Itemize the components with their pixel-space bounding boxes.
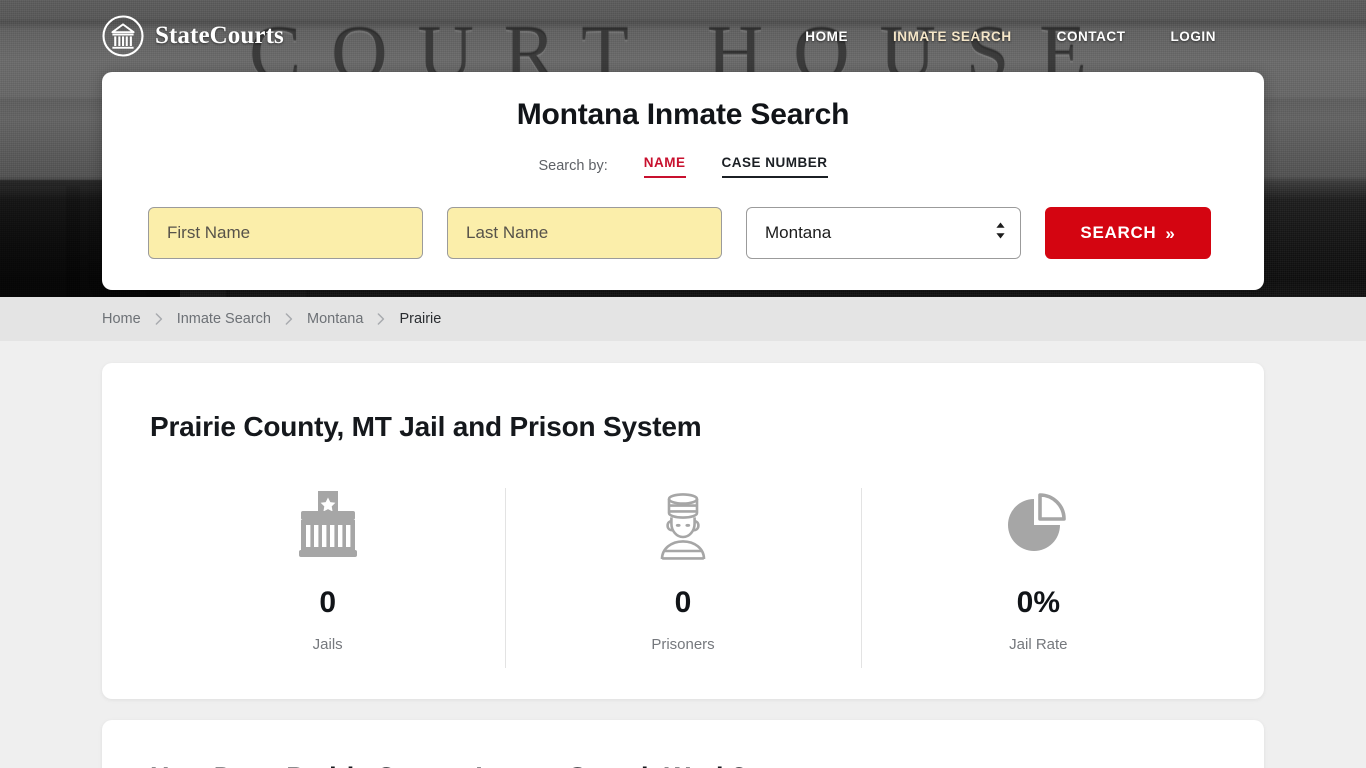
- breadcrumb-item-inmate-search[interactable]: Inmate Search: [177, 311, 271, 327]
- stat-jails: 0 Jails: [150, 486, 505, 653]
- hero-header: COURT HOUSE StateCourts HOME INMATE SEAR…: [0, 0, 1366, 297]
- nav-item-contact[interactable]: CONTACT: [1057, 29, 1126, 44]
- inmate-search-card: Montana Inmate Search Search by: NAME CA…: [102, 72, 1264, 290]
- tab-search-by-case-number[interactable]: CASE NUMBER: [721, 155, 828, 178]
- prisoner-icon: [652, 486, 714, 564]
- search-form-row: Montana SEARCH »: [148, 207, 1218, 259]
- nav-item-login[interactable]: LOGIN: [1171, 29, 1217, 44]
- breadcrumb-item-home[interactable]: Home: [102, 311, 141, 327]
- chevron-right-icon: [155, 313, 163, 325]
- tab-search-by-name[interactable]: NAME: [643, 155, 686, 178]
- breadcrumb-item-montana[interactable]: Montana: [307, 311, 363, 327]
- chevron-right-icon: [377, 313, 385, 325]
- courthouse-circle-logo-icon: [102, 15, 144, 57]
- stat-jail-rate-label: Jail Rate: [1009, 636, 1068, 653]
- stat-prisoners-value: 0: [674, 586, 692, 619]
- stat-jail-rate: 0% Jail Rate: [860, 486, 1216, 668]
- stat-jails-label: Jails: [312, 636, 343, 653]
- search-button-label: SEARCH: [1080, 223, 1157, 242]
- stat-jails-value: 0: [319, 586, 336, 619]
- nav-item-inmate-search[interactable]: INMATE SEARCH: [893, 29, 1012, 44]
- jail-system-panel: Prairie County, MT Jail and Prison Syste…: [102, 363, 1264, 699]
- search-by-row: Search by: NAME CASE NUMBER: [148, 155, 1218, 178]
- main-content: Prairie County, MT Jail and Prison Syste…: [0, 341, 1366, 768]
- top-navigation-bar: StateCourts HOME INMATE SEARCH CONTACT L…: [0, 0, 1366, 72]
- stat-prisoners: 0 Prisoners: [505, 486, 860, 668]
- stats-row: 0 Jails 0 Prisoners 0% Jail Rate: [150, 486, 1216, 668]
- nav-item-home[interactable]: HOME: [805, 29, 848, 44]
- brand-logo-link[interactable]: StateCourts: [102, 15, 284, 57]
- last-name-input[interactable]: [447, 207, 722, 259]
- search-by-label: Search by:: [538, 158, 608, 174]
- page-title: Prairie County, MT Jail and Prison Syste…: [150, 411, 702, 442]
- state-select[interactable]: Montana: [746, 207, 1021, 259]
- main-nav: HOME INMATE SEARCH CONTACT LOGIN: [805, 29, 1216, 44]
- state-select-wrapper: Montana: [746, 207, 1021, 259]
- jail-building-badge-icon: [297, 486, 359, 564]
- how-search-works-panel: How Does Prairie County Inmate Search Wo…: [102, 720, 1264, 768]
- state-select-value: Montana: [765, 223, 832, 242]
- first-name-input[interactable]: [148, 207, 423, 259]
- double-chevron-right-icon: »: [1165, 223, 1176, 243]
- search-submit-button[interactable]: SEARCH »: [1045, 207, 1211, 259]
- search-card-title: Montana Inmate Search: [516, 98, 850, 131]
- brand-name-text: StateCourts: [155, 22, 284, 49]
- breadcrumb-item-prairie: Prairie: [399, 311, 442, 327]
- chevron-right-icon: [285, 313, 293, 325]
- how-search-works-title: How Does Prairie County Inmate Search Wo…: [150, 762, 1216, 768]
- breadcrumb: Home Inmate Search Montana Prairie: [0, 297, 1366, 341]
- stat-jail-rate-value: 0%: [1016, 586, 1060, 619]
- pie-chart-icon: [1004, 486, 1072, 564]
- stat-prisoners-label: Prisoners: [651, 636, 715, 653]
